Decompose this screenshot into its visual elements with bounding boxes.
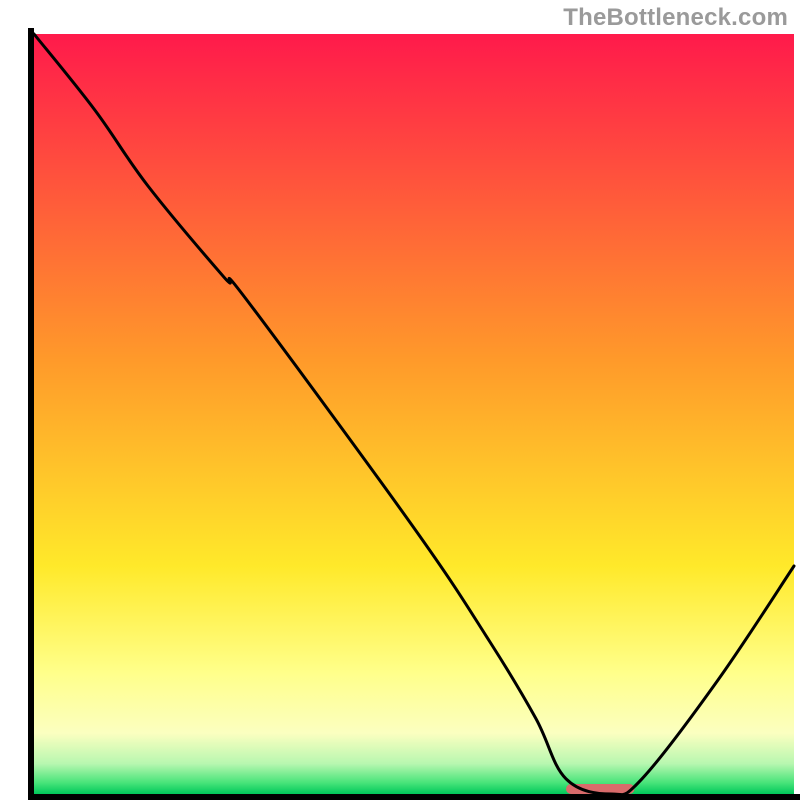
axis-left: [28, 28, 34, 800]
axis-bottom: [28, 794, 800, 800]
gradient-background: [34, 34, 794, 794]
bottleneck-chart: [0, 0, 800, 800]
chart-viewport: TheBottleneck.com: [0, 0, 800, 800]
watermark-label: TheBottleneck.com: [563, 4, 788, 32]
